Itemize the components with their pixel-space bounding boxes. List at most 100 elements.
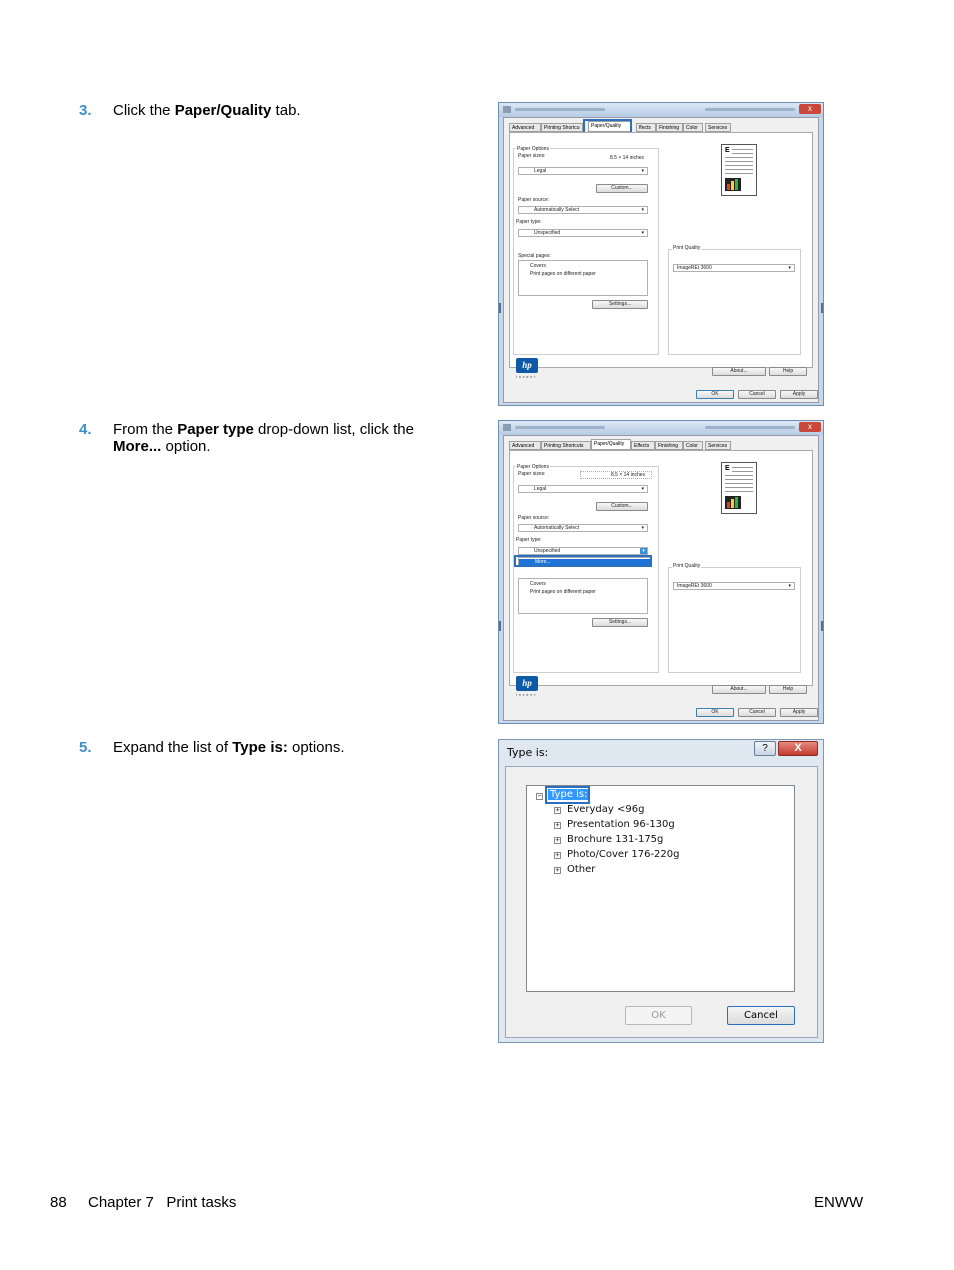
dialog-body: Advanced Printing Shortcu Paper/Quality … <box>503 117 819 403</box>
tab-effects[interactable]: ffects <box>636 123 656 132</box>
paper-type-label: Paper type: <box>516 537 542 543</box>
print-quality-dropdown[interactable]: ImageREt 3600 ▾ <box>673 582 795 590</box>
expand-icon[interactable]: + <box>554 852 561 859</box>
expand-icon[interactable]: + <box>554 867 561 874</box>
cancel-button[interactable]: Cancel <box>727 1006 795 1025</box>
custom-button[interactable]: Custom... <box>596 502 648 511</box>
tab-effects[interactable]: Effects <box>631 441 655 450</box>
dialog-body: Advanced Printing Shortcuts Paper/Qualit… <box>503 435 819 721</box>
preview-line <box>725 487 753 488</box>
preview-bar <box>735 497 738 508</box>
tab-printing-shortcuts[interactable]: Printing Shortcu <box>541 123 583 132</box>
paper-type-dropdown[interactable]: Unspecified ▾ <box>518 229 648 237</box>
special-pages-list[interactable]: Covers Print pages on different paper <box>518 260 648 296</box>
tab-printing-shortcuts[interactable]: Printing Shortcuts <box>541 441 591 450</box>
preview-line <box>725 483 753 484</box>
tab-color[interactable]: Color <box>683 441 703 450</box>
tab-services[interactable]: Services <box>705 123 731 132</box>
chevron-down-icon: ▾ <box>641 230 644 236</box>
tab-services[interactable]: Services <box>705 441 731 450</box>
tab-advanced[interactable]: Advanced <box>509 123 541 132</box>
window-edge <box>821 621 823 631</box>
hp-logo: hp <box>516 358 538 373</box>
type-tree[interactable]: − Type is: + Everyday <96g + Presentatio… <box>526 785 795 992</box>
help-button[interactable]: Help <box>769 685 807 694</box>
dialog-body: − Type is: + Everyday <96g + Presentatio… <box>505 766 818 1038</box>
tab-advanced[interactable]: Advanced <box>509 441 541 450</box>
list-item[interactable]: Print pages on different paper <box>530 271 596 277</box>
step-number: 5. <box>79 739 92 756</box>
type-is-dialog: Type is: ? X − Type is: + Everyday <96g … <box>498 739 824 1043</box>
preview-line <box>725 491 753 492</box>
printer-icon <box>503 424 511 431</box>
cancel-button[interactable]: Cancel <box>738 708 776 717</box>
preview-line <box>725 173 753 174</box>
tab-color[interactable]: Color <box>683 123 703 132</box>
step-text: Click the Paper/Quality tab. <box>113 102 301 119</box>
title-bar: x <box>499 103 823 117</box>
paper-options-label: Paper Options <box>516 464 550 470</box>
chevron-down-icon: ▾ <box>641 525 644 531</box>
tree-item[interactable]: Brochure 131-175g <box>567 834 663 845</box>
title-bar: x <box>499 421 823 435</box>
ok-button[interactable]: OK <box>696 390 734 399</box>
list-item[interactable]: Covers <box>530 263 546 269</box>
chapter-title: Chapter 7 Print tasks <box>88 1194 237 1211</box>
special-pages-list[interactable]: Covers Print pages on different paper <box>518 578 648 614</box>
tab-paper-quality[interactable]: Paper/Quality <box>591 439 631 450</box>
custom-button[interactable]: Custom... <box>596 184 648 193</box>
window-edge <box>821 303 823 313</box>
tab-finishing[interactable]: Finishing <box>655 441 683 450</box>
print-quality-dropdown[interactable]: ImageREt 3600 ▾ <box>673 264 795 272</box>
paper-source-dropdown[interactable]: Automatically Select ▾ <box>518 524 648 532</box>
list-item[interactable]: Covers <box>530 581 546 587</box>
preview-chart-icon <box>725 496 741 509</box>
paper-source-dropdown[interactable]: Automatically Select ▾ <box>518 206 648 214</box>
help-icon[interactable]: ? <box>754 741 776 756</box>
settings-button[interactable]: Settings... <box>592 618 648 627</box>
paper-type-dropdown[interactable]: Unspecified ▾ <box>518 547 648 555</box>
ok-button[interactable]: OK <box>696 708 734 717</box>
blurred-title <box>705 426 795 429</box>
preview-line <box>725 479 753 480</box>
collapse-icon[interactable]: − <box>536 793 543 800</box>
preview-line <box>725 165 753 166</box>
expand-icon[interactable]: + <box>554 822 561 829</box>
apply-button[interactable]: Apply <box>780 390 818 399</box>
step-number: 3. <box>79 102 92 119</box>
paper-size-value: 8.5 × 14 inches <box>580 471 652 479</box>
close-button[interactable]: x <box>799 104 821 114</box>
ok-button[interactable]: OK <box>625 1006 692 1025</box>
paper-size-dropdown[interactable]: Legal ▾ <box>518 485 648 493</box>
about-button[interactable]: About... <box>712 367 766 376</box>
chevron-down-icon: ▾ <box>640 548 647 554</box>
paper-size-dropdown[interactable]: Legal ▾ <box>518 167 648 175</box>
window-edge <box>499 621 501 631</box>
tab-finishing[interactable]: Finishing <box>656 123 683 132</box>
tree-item[interactable]: Photo/Cover 176-220g <box>567 849 680 860</box>
apply-button[interactable]: Apply <box>780 708 818 717</box>
printer-icon <box>503 106 511 113</box>
expand-icon[interactable]: + <box>554 807 561 814</box>
tree-item[interactable]: Presentation 96-130g <box>567 819 675 830</box>
tree-item[interactable]: Other <box>567 864 595 875</box>
step-text: From the Paper type drop-down list, clic… <box>113 421 414 455</box>
cancel-button[interactable]: Cancel <box>738 390 776 399</box>
close-button[interactable]: X <box>778 741 818 756</box>
paper-quality-panel: Paper Options Paper sizes: 8.5 × 14 inch… <box>509 132 813 368</box>
list-item[interactable]: Print pages on different paper <box>530 589 596 595</box>
expand-icon[interactable]: + <box>554 837 561 844</box>
preview-line <box>732 471 753 472</box>
step-text: Expand the list of Type is: options. <box>113 739 345 756</box>
help-button[interactable]: Help <box>769 367 807 376</box>
printing-preferences-window: x Advanced Printing Shortcu Paper/Qualit… <box>498 102 824 406</box>
preview-letter: E <box>725 465 730 472</box>
chevron-down-icon: ▾ <box>641 168 644 174</box>
settings-button[interactable]: Settings... <box>592 300 648 309</box>
about-button[interactable]: About... <box>712 685 766 694</box>
preview-line <box>732 467 753 468</box>
tree-item[interactable]: Everyday <96g <box>567 804 644 815</box>
paper-source-label: Paper source: <box>518 197 550 203</box>
close-button[interactable]: x <box>799 422 821 432</box>
preview-line <box>732 149 753 150</box>
